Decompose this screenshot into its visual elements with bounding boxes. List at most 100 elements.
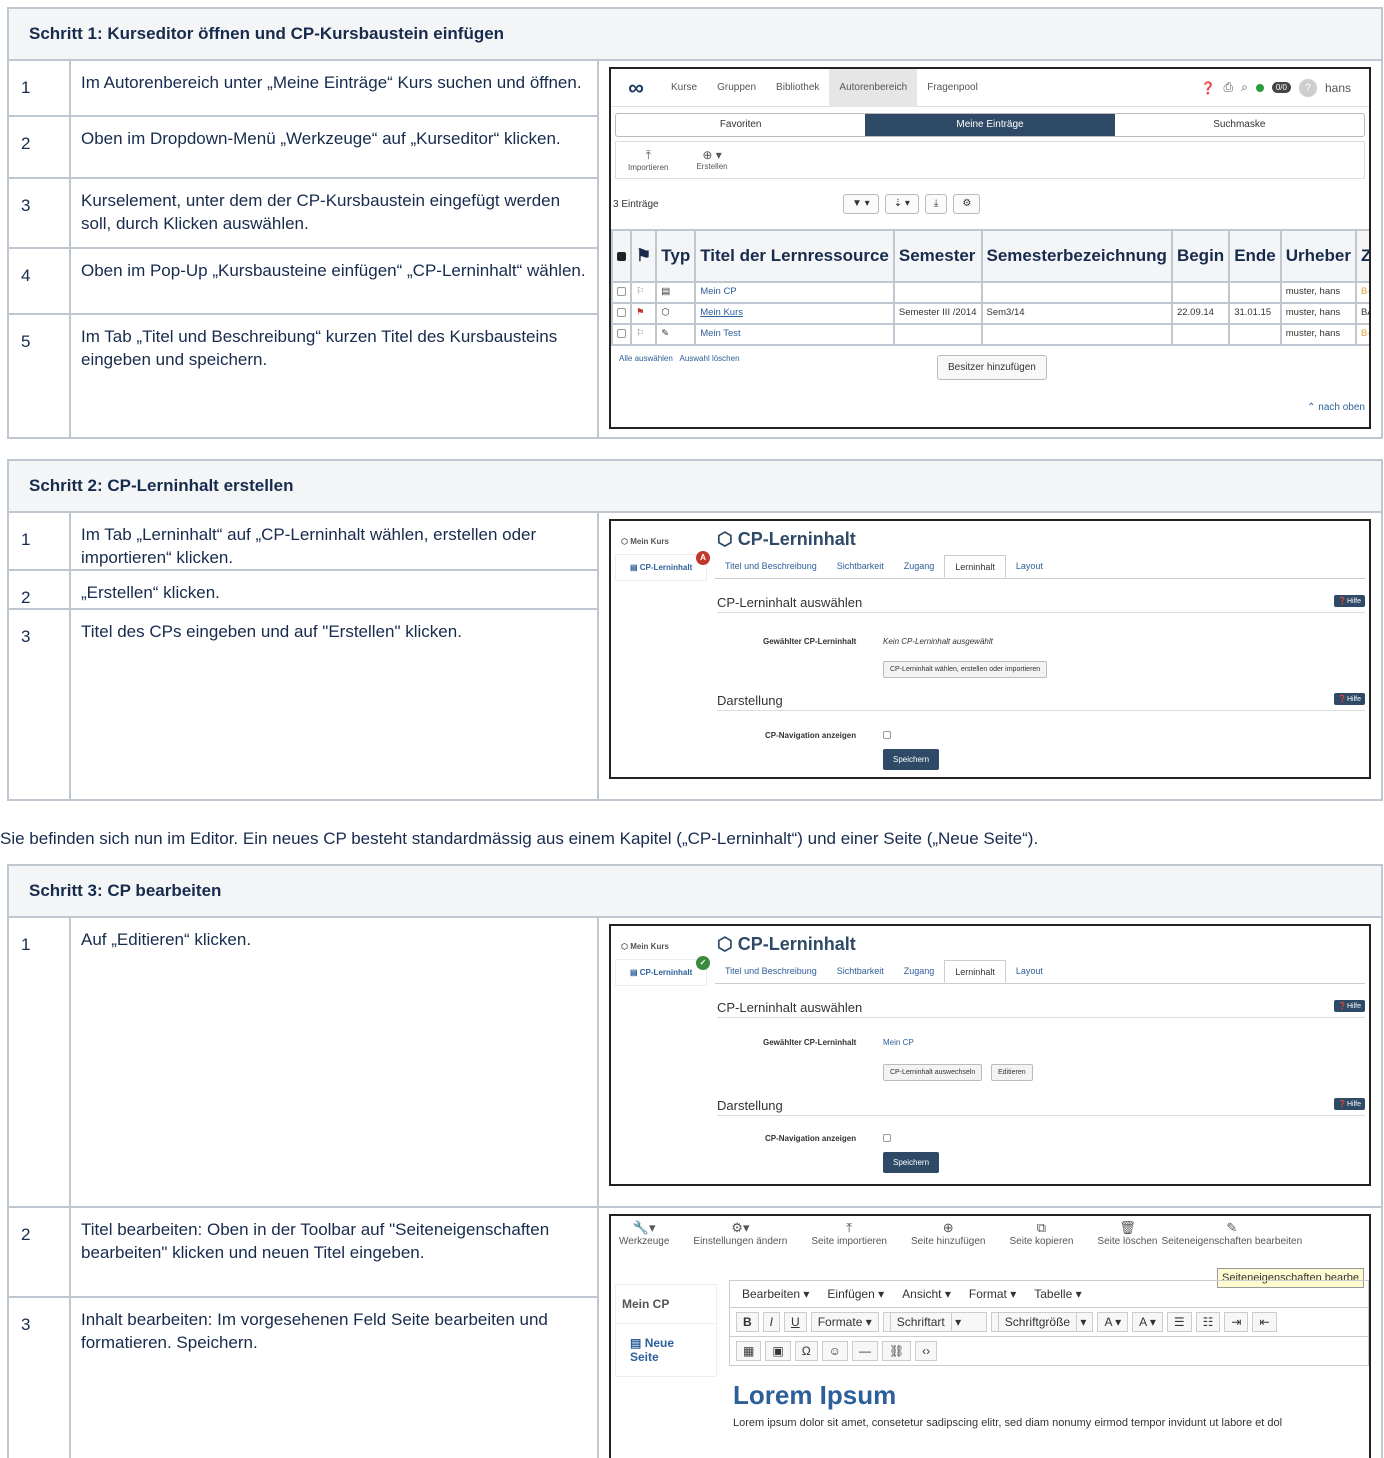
tree-cp-node[interactable]: ▤ CP-Lerninhalt A — [615, 551, 710, 581]
create-button[interactable]: ⊕ ▾ Erstellen — [696, 148, 727, 172]
tree-course-root[interactable]: ⬡ Mein Kurs — [615, 934, 707, 959]
menu-einfuegen[interactable]: Einfügen ▾ — [827, 1287, 884, 1301]
page-properties-button[interactable]: ✎ Seiteneigenschaften bearbeiten — [1161, 1220, 1302, 1260]
bold-button[interactable]: B — [736, 1312, 759, 1332]
table-row[interactable]: ⚑ ⬡ Mein Kurs Semester III /2014 Sem3/14… — [611, 302, 1369, 325]
copy-page-button[interactable]: ⧉ Seite kopieren — [1009, 1220, 1073, 1260]
add-page-button[interactable]: ⊕ Seite hinzufügen — [911, 1220, 986, 1260]
col-semester[interactable]: Semester — [892, 229, 983, 283]
row-title[interactable]: Mein Kurs — [694, 302, 895, 325]
font-size-select[interactable]: Schriftgröße ▾ — [990, 1312, 1094, 1332]
tree-cp-root[interactable]: Mein CP — [615, 1284, 717, 1324]
help-button[interactable]: ❓Hilfe — [1334, 1098, 1365, 1110]
nav-autorenbereich[interactable]: Autorenbereich — [829, 69, 918, 107]
mail-count-badge[interactable]: 0/0 — [1271, 82, 1291, 93]
clear-selection-link[interactable]: Auswahl löschen — [679, 354, 739, 363]
bookmark-icon[interactable]: ⚐ — [629, 323, 658, 346]
horizontal-rule-icon[interactable]: — — [851, 1341, 878, 1361]
edit-cp-button[interactable]: Editieren — [991, 1064, 1033, 1081]
image-icon[interactable]: ▣ — [765, 1341, 791, 1361]
bookmark-icon[interactable]: ⚑ — [629, 302, 658, 325]
select-all-checkbox[interactable] — [611, 229, 632, 283]
cp-nav-checkbox[interactable] — [883, 1134, 891, 1142]
tree-course-root[interactable]: ⬡ Mein Kurs — [615, 529, 707, 554]
chosen-cp-value[interactable]: Mein CP — [883, 1038, 914, 1047]
tree-cp-node[interactable]: ▤ CP-Lerninhalt ✓ — [615, 956, 710, 986]
indent-icon[interactable]: ⇥ — [1224, 1312, 1249, 1332]
bg-color-button[interactable]: A ▾ — [1132, 1312, 1163, 1332]
tab-learning-content[interactable]: Lerninhalt — [944, 960, 1006, 983]
search-icon[interactable]: ⌕ — [1241, 80, 1248, 95]
tab-visibility[interactable]: Sichtbarkeit — [827, 960, 894, 983]
nav-kurse[interactable]: Kurse — [661, 69, 707, 107]
numbered-list-icon[interactable]: ☷ — [1195, 1312, 1221, 1332]
tab-layout[interactable]: Layout — [1006, 555, 1053, 578]
segment-suchmaske[interactable]: Suchmaske — [1115, 114, 1364, 136]
swap-cp-button[interactable]: CP-Lerninhalt auswechseln — [883, 1064, 983, 1081]
nav-bibliothek[interactable]: Bibliothek — [766, 69, 829, 107]
row-checkbox[interactable] — [617, 328, 626, 338]
outdent-icon[interactable]: ⇤ — [1252, 1312, 1277, 1332]
font-family-select[interactable]: Schriftart ▾ — [882, 1312, 987, 1332]
col-begin[interactable]: Begin — [1170, 229, 1231, 283]
nav-gruppen[interactable]: Gruppen — [707, 69, 766, 107]
link-icon[interactable]: ⛓ — [881, 1341, 912, 1361]
col-typ[interactable]: Typ — [655, 229, 697, 283]
save-button[interactable]: Speichern — [883, 1152, 940, 1173]
text-color-button[interactable]: A ▾ — [1097, 1312, 1129, 1332]
bullet-list-icon[interactable]: ☰ — [1166, 1312, 1192, 1332]
avatar[interactable]: ? — [1298, 78, 1317, 97]
settings-menu[interactable]: ⚙▾ Einstellungen ändern — [693, 1220, 787, 1260]
help-button[interactable]: ❓Hilfe — [1334, 1000, 1365, 1012]
col-sembez[interactable]: Semesterbezeichnung — [980, 229, 1173, 283]
download-button[interactable]: ⤓ — [924, 194, 948, 214]
emoticon-icon[interactable]: ☺ — [821, 1341, 848, 1361]
bookmark-icon[interactable]: ⚐ — [629, 281, 658, 304]
import-page-button[interactable]: ⤒ Seite importieren — [811, 1220, 887, 1260]
col-zugriff[interactable]: Zugriff* — [1354, 229, 1369, 283]
tab-learning-content[interactable]: Lerninhalt — [944, 555, 1006, 578]
row-checkbox[interactable] — [617, 307, 626, 317]
tab-visibility[interactable]: Sichtbarkeit — [827, 555, 894, 578]
tab-layout[interactable]: Layout — [1006, 960, 1053, 983]
add-owner-button[interactable]: Besitzer hinzufügen — [937, 355, 1047, 380]
tab-access[interactable]: Zugang — [894, 960, 945, 983]
tab-title-description[interactable]: Titel und Beschreibung — [715, 555, 827, 578]
tab-access[interactable]: Zugang — [894, 555, 945, 578]
nav-fragenpool[interactable]: Fragenpool — [917, 69, 988, 107]
delete-page-button[interactable]: 🗑 Seite löschen — [1097, 1220, 1157, 1260]
formats-dropdown[interactable]: Formate ▾ — [810, 1312, 879, 1332]
menu-bearbeiten[interactable]: Bearbeiten ▾ — [742, 1287, 809, 1301]
col-title[interactable]: Titel der Lernressource — [694, 229, 895, 283]
row-checkbox[interactable] — [617, 286, 626, 296]
settings-button[interactable]: ⚙ — [953, 194, 981, 214]
editor-heading[interactable]: Lorem Ipsum — [729, 1380, 1369, 1411]
source-code-icon[interactable]: ‹› — [915, 1341, 938, 1361]
menu-tabelle[interactable]: Tabelle ▾ — [1034, 1287, 1081, 1301]
italic-button[interactable]: I — [762, 1312, 781, 1332]
editor-paragraph[interactable]: Lorem ipsum dolor sit amet, consetetur s… — [729, 1417, 1369, 1429]
col-ende[interactable]: Ende — [1228, 229, 1282, 283]
segment-favoriten[interactable]: Favoriten — [616, 114, 865, 136]
media-icon[interactable]: ▦ — [736, 1341, 762, 1361]
tools-menu[interactable]: 🔧▾ Werkzeuge — [619, 1220, 669, 1260]
import-button[interactable]: ⤒ Importieren — [628, 148, 668, 172]
row-title[interactable]: Mein Test — [694, 323, 895, 346]
cp-nav-checkbox[interactable] — [883, 731, 891, 739]
tree-new-page[interactable]: ▤ Neue Seite — [615, 1324, 717, 1377]
user-menu[interactable]: hans — [1325, 81, 1351, 95]
help-button[interactable]: ❓Hilfe — [1334, 595, 1365, 607]
help-icon[interactable]: ❓ — [1201, 81, 1216, 95]
tab-title-description[interactable]: Titel und Beschreibung — [715, 960, 827, 983]
segment-meine-eintraege[interactable]: Meine Einträge — [865, 114, 1115, 136]
choose-create-import-button[interactable]: CP-Lerninhalt wählen, erstellen oder imp… — [883, 661, 1048, 678]
row-title[interactable]: Mein CP — [694, 281, 895, 304]
save-button[interactable]: Speichern — [883, 749, 940, 770]
help-button[interactable]: ❓Hilfe — [1334, 693, 1365, 705]
select-all-link[interactable]: Alle auswählen — [619, 354, 673, 363]
table-row[interactable]: ⚐ ▤ Mein CP muster, hans B--- ♀ ✎ ⚙ — [611, 281, 1369, 304]
back-to-top-link[interactable]: ⌃ nach oben — [1307, 402, 1365, 413]
table-row[interactable]: ⚐ ✎ Mein Test muster, hans B--- ♀ ✎ ⚙ — [611, 323, 1369, 346]
menu-ansicht[interactable]: Ansicht ▾ — [902, 1287, 951, 1301]
sort-button[interactable]: ⇣ ▾ — [884, 194, 919, 214]
